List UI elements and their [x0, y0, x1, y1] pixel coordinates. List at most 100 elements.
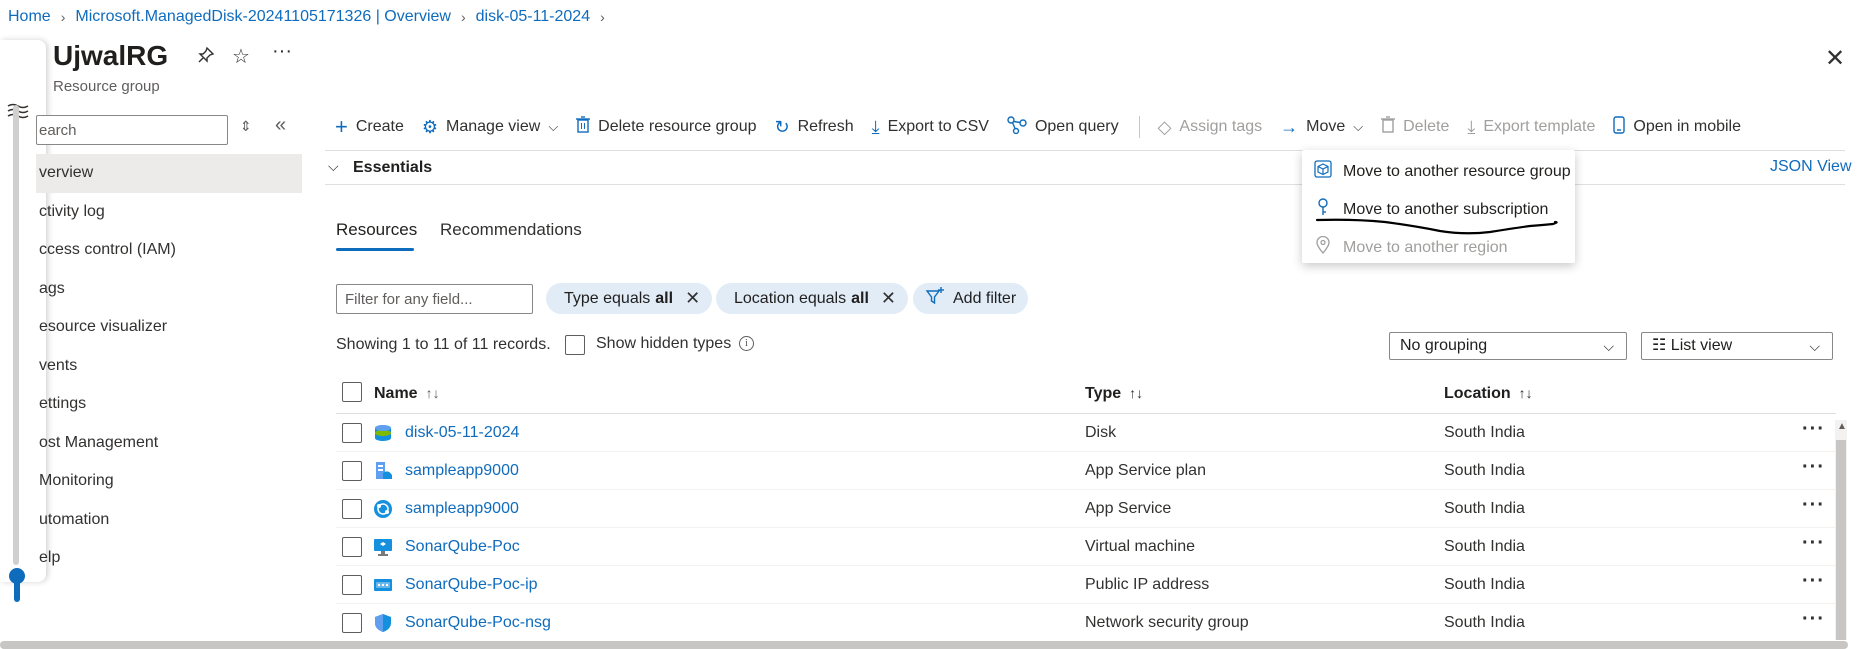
scroll-up-icon[interactable]: ▲ — [1837, 421, 1847, 432]
sidebar-item-monitoring[interactable]: Monitoring — [36, 462, 302, 501]
move-dropdown-menu: Move to another resource group Move to a… — [1302, 150, 1575, 263]
resource-name-link[interactable]: SonarQube-Poc-nsg — [405, 614, 551, 632]
grouping-dropdown[interactable]: No grouping ⌵ — [1389, 332, 1627, 360]
arrow-right-icon: → — [1280, 116, 1299, 137]
rail-slider-thumb[interactable] — [9, 568, 25, 584]
essentials-header[interactable]: ⌵ Essentials — [325, 150, 1845, 185]
sidebar-item-overview[interactable]: verview — [36, 154, 302, 193]
collapse-sidebar-icon[interactable]: « — [275, 114, 286, 137]
table-row[interactable]: disk-05-11-2024 Disk South India ··· — [336, 414, 1836, 452]
tab-resources[interactable]: Resources — [336, 220, 417, 240]
disk-icon — [373, 423, 393, 443]
resource-name-link[interactable]: SonarQube-Poc — [405, 538, 520, 556]
row-checkbox[interactable] — [342, 537, 362, 557]
refresh-button[interactable]: ↻ Refresh — [774, 117, 853, 138]
row-more-icon[interactable]: ··· — [1802, 494, 1825, 517]
resource-name-link[interactable]: disk-05-11-2024 — [405, 424, 519, 442]
more-options-icon[interactable]: ··· — [272, 40, 292, 63]
row-checkbox[interactable] — [342, 613, 362, 633]
location-filter-pill[interactable]: Location equals all ✕ — [716, 283, 908, 314]
breadcrumb-disk[interactable]: disk-05-11-2024 — [476, 8, 590, 26]
resource-name-link[interactable]: sampleapp9000 — [405, 500, 519, 518]
chevron-down-icon: ⌵ — [548, 119, 559, 134]
open-in-mobile-button[interactable]: Open in mobile — [1613, 115, 1741, 139]
move-button[interactable]: → Move ⌵ — [1280, 117, 1363, 138]
table-header: Name ↑↓ Type ↑↓ Location ↑↓ — [336, 378, 1836, 414]
sidebar-item-tags[interactable]: ags — [36, 270, 302, 309]
sort-icon: ↑↓ — [425, 385, 440, 401]
table-row[interactable]: SonarQube-Poc-nsg Network security group… — [336, 604, 1836, 642]
assign-tags-button[interactable]: ◇ Assign tags — [1158, 117, 1263, 138]
vertical-scrollbar-thumb[interactable] — [1836, 440, 1846, 640]
remove-filter-icon[interactable]: ✕ — [881, 288, 896, 309]
row-more-icon[interactable]: ··· — [1802, 570, 1825, 593]
row-checkbox[interactable] — [342, 575, 362, 595]
sidebar-item-events[interactable]: vents — [36, 347, 302, 386]
row-more-icon[interactable]: ··· — [1802, 532, 1825, 555]
sidebar-item-settings[interactable]: ettings — [36, 385, 302, 424]
resource-type: App Service — [1085, 500, 1172, 517]
close-icon[interactable]: ✕ — [1825, 44, 1845, 73]
chevron-right-icon: › — [600, 9, 605, 25]
tag-icon: ◇ — [1157, 116, 1172, 137]
sidebar-item-help[interactable]: elp — [36, 539, 302, 578]
star-icon[interactable]: ☆ — [232, 44, 250, 69]
export-template-button[interactable]: ⤓ Export template — [1467, 117, 1595, 138]
chevron-right-icon: › — [460, 9, 466, 25]
virtual-machine-icon — [373, 537, 393, 557]
delete-button[interactable]: Delete — [1381, 116, 1449, 138]
show-hidden-types-checkbox[interactable] — [565, 335, 585, 355]
refresh-icon: ↻ — [774, 116, 790, 137]
menu-item-move-resource-group[interactable]: Move to another resource group — [1313, 160, 1571, 183]
view-dropdown[interactable]: ☷ List view ⌵ — [1641, 332, 1833, 360]
row-checkbox[interactable] — [342, 461, 362, 481]
export-csv-button[interactable]: ⤓ Export to CSV — [872, 117, 989, 138]
row-more-icon[interactable]: ··· — [1802, 418, 1825, 441]
sidebar-item-activity-log[interactable]: ctivity log — [36, 193, 302, 232]
row-more-icon[interactable]: ··· — [1802, 456, 1825, 479]
resource-type: App Service plan — [1085, 462, 1206, 479]
pin-icon[interactable] — [197, 46, 215, 70]
sort-toggle-icon[interactable]: ⇕ — [240, 118, 252, 135]
column-header-type[interactable]: Type ↑↓ — [1085, 385, 1143, 403]
json-view-link[interactable]: JSON View — [1770, 158, 1852, 176]
sidebar-item-cost-management[interactable]: ost Management — [36, 424, 302, 463]
select-all-checkbox[interactable] — [342, 382, 362, 402]
rail-slider-track[interactable] — [13, 105, 19, 565]
row-checkbox[interactable] — [342, 423, 362, 443]
table-row[interactable]: sampleapp9000 App Service South India ··… — [336, 490, 1836, 528]
remove-filter-icon[interactable]: ✕ — [685, 288, 700, 309]
tab-recommendations[interactable]: Recommendations — [440, 220, 582, 240]
table-row[interactable]: SonarQube-Poc Virtual machine South Indi… — [336, 528, 1836, 566]
column-header-location[interactable]: Location ↑↓ — [1444, 385, 1533, 403]
resource-type: Public IP address — [1085, 576, 1210, 593]
chevron-down-icon: ⌵ — [1353, 119, 1364, 134]
sidebar-search-input[interactable] — [36, 115, 228, 145]
download-icon: ⤓ — [1467, 116, 1476, 137]
breadcrumb-home[interactable]: Home — [8, 8, 51, 26]
resource-name-link[interactable]: sampleapp9000 — [405, 462, 519, 480]
page-title: UjwalRG — [53, 40, 169, 71]
table-row[interactable]: SonarQube-Poc-ip Public IP address South… — [336, 566, 1836, 604]
sidebar-item-resource-visualizer[interactable]: esource visualizer — [36, 308, 302, 347]
row-more-icon[interactable]: ··· — [1802, 608, 1825, 631]
table-row[interactable]: sampleapp9000 App Service plan South Ind… — [336, 452, 1836, 490]
resource-name-link[interactable]: SonarQube-Poc-ip — [405, 576, 538, 594]
resource-location: South India — [1444, 538, 1525, 555]
manage-view-button[interactable]: ⚙ Manage view ⌵ — [422, 117, 558, 138]
cube-icon — [1313, 160, 1333, 183]
column-header-name[interactable]: Name ↑↓ — [374, 385, 440, 403]
horizontal-scrollbar[interactable] — [0, 641, 1848, 649]
sidebar-item-automation[interactable]: utomation — [36, 501, 302, 540]
type-filter-pill[interactable]: Type equals all ✕ — [546, 283, 713, 314]
resource-location: South India — [1444, 500, 1525, 517]
breadcrumb-deployment[interactable]: Microsoft.ManagedDisk-20241105171326 | O… — [75, 8, 451, 26]
open-query-button[interactable]: Open query — [1007, 115, 1119, 139]
delete-resource-group-button[interactable]: Delete resource group — [576, 116, 756, 138]
add-filter-button[interactable]: Add filter — [913, 283, 1029, 314]
filter-input[interactable] — [336, 284, 533, 314]
sidebar-item-access-control[interactable]: ccess control (IAM) — [36, 231, 302, 270]
create-button[interactable]: + Create — [335, 114, 404, 140]
info-icon[interactable]: i — [739, 336, 754, 351]
row-checkbox[interactable] — [342, 499, 362, 519]
